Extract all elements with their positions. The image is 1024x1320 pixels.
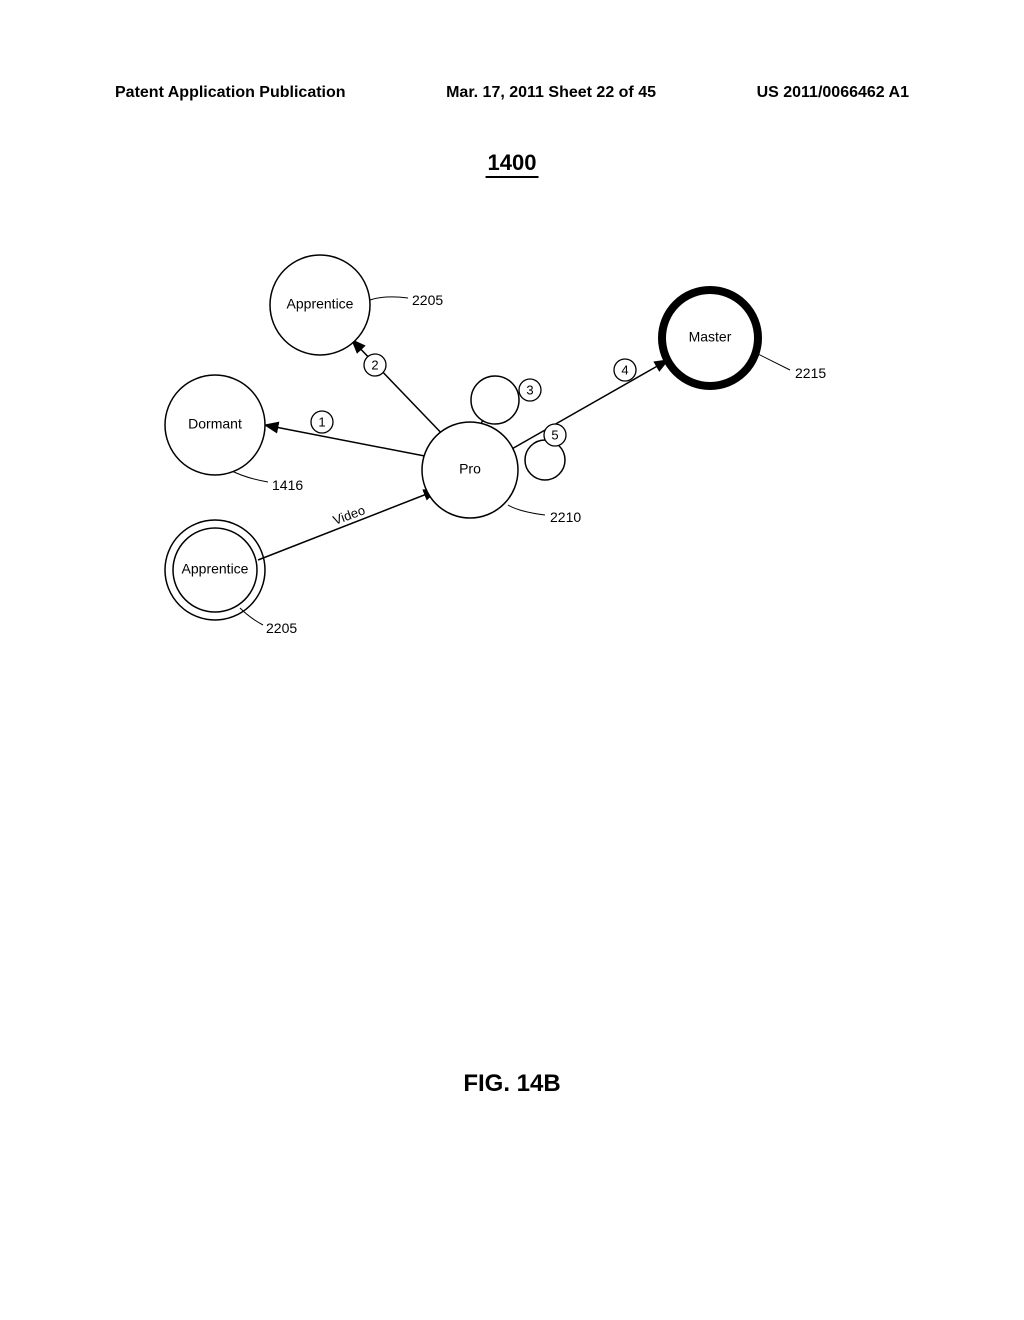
ref-2210: 2210 <box>550 509 581 525</box>
ref-2215: 2215 <box>795 365 826 381</box>
label-apprentice-bottom: Apprentice <box>182 561 249 577</box>
label-master: Master <box>689 329 732 345</box>
leader-1416 <box>230 470 268 482</box>
edge-pro-master <box>510 360 668 450</box>
diagram-svg: Apprentice Dormant Pro Master Apprentice… <box>0 250 1024 700</box>
step-num-3: 3 <box>526 382 533 397</box>
step-num-5: 5 <box>551 427 558 442</box>
diagram-container: Apprentice Dormant Pro Master Apprentice… <box>0 250 1024 700</box>
edge-pro-dormant <box>265 425 435 458</box>
edge-apprentice-pro-video <box>258 490 437 560</box>
header-center: Mar. 17, 2011 Sheet 22 of 45 <box>446 84 656 102</box>
label-dormant: Dormant <box>188 416 242 432</box>
ref-2205-top: 2205 <box>412 292 443 308</box>
header-right: US 2011/0066462 A1 <box>757 84 909 102</box>
label-pro: Pro <box>459 461 481 477</box>
figure-caption: FIG. 14B <box>463 1070 560 1098</box>
header-left: Patent Application Publication <box>115 84 346 102</box>
edge-pro-selfloop <box>525 440 565 480</box>
leader-2210 <box>508 505 545 515</box>
ref-2205-bottom: 2205 <box>266 620 297 636</box>
label-apprentice-top: Apprentice <box>287 296 354 312</box>
step-num-4: 4 <box>621 362 628 377</box>
leader-2205-top <box>370 297 408 300</box>
page-header: Patent Application Publication Mar. 17, … <box>115 84 909 102</box>
step-num-2: 2 <box>371 357 378 372</box>
ref-1416: 1416 <box>272 477 303 493</box>
node-step3-circle <box>471 376 519 424</box>
figure-number: 1400 <box>486 150 539 178</box>
step-num-1: 1 <box>318 414 325 429</box>
edge-pro-apprentice <box>352 340 448 440</box>
